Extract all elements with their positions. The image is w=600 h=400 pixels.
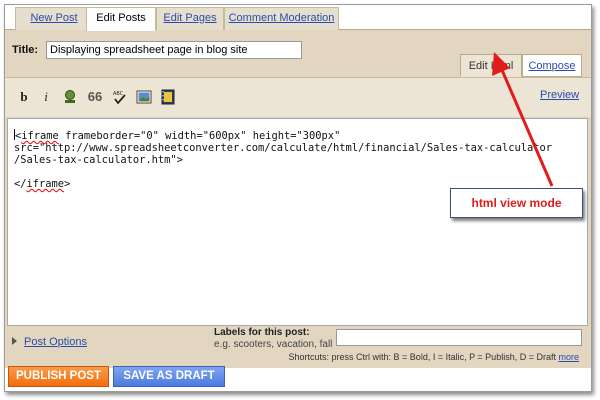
bold-icon[interactable]: b [16,89,32,105]
labels-hint: e.g. scooters, vacation, fall [214,339,333,350]
code-close-open: </ [14,178,27,190]
code-close-end: > [64,178,71,190]
tab-comment-moderation[interactable]: Comment Moderation [224,7,339,30]
text-color-icon[interactable] [62,89,78,105]
formatting-toolbar: b i 66 ABC Preview [5,77,591,117]
post-options-link[interactable]: Post Options [24,336,87,348]
html-view-mode-callout: html view mode [450,188,583,218]
blogger-post-editor: New Post Edit Posts Edit Pages Comment M… [4,4,592,392]
tab-edit-posts[interactable]: Edit Posts [86,7,156,31]
labels-title: Labels for this post: [214,327,310,338]
code-line-1: frameborder="0" width="600px" height="30… [58,130,341,142]
edit-html-tab[interactable]: Edit Html [460,54,522,77]
text-cursor [14,129,15,140]
compose-tab[interactable]: Compose [522,54,582,77]
tab-new-post[interactable]: New Post [15,7,93,30]
expand-triangle-icon [12,337,17,345]
tab-edit-pages[interactable]: Edit Pages [156,7,224,30]
spellcheck-icon[interactable]: ABC [112,89,128,105]
code-line-3: /Sales-tax-calculator.htm"> [14,154,183,166]
title-input[interactable] [46,41,302,59]
keyboard-shortcuts-hint: Shortcuts: press Ctrl with: B = Bold, I … [5,352,579,362]
title-label: Title: [12,44,39,56]
code-iframe-open-tag: iframe [21,130,59,142]
code-line-2: src="http://www.spreadsheetconverter.com… [14,142,552,154]
spellcheck-abc-label: ABC [113,91,124,97]
shortcuts-text: Shortcuts: press Ctrl with: B = Bold, I … [288,352,556,362]
post-options-toggle[interactable]: Post Options [12,336,87,348]
html-editor-textarea[interactable]: <iframe frameborder="0" width="600px" he… [7,118,588,326]
save-as-draft-button[interactable]: SAVE AS DRAFT [113,366,225,387]
preview-link[interactable]: Preview [540,89,579,101]
editor-tab-bar: New Post Edit Posts Edit Pages Comment M… [5,5,591,31]
code-iframe-close-tag: iframe [26,178,65,190]
insert-image-icon[interactable] [136,89,152,105]
shortcuts-more-link[interactable]: more [558,352,579,362]
insert-video-icon[interactable] [160,89,176,105]
italic-icon[interactable]: i [38,89,54,105]
html-source-code: <iframe frameborder="0" width="600px" he… [14,129,552,190]
labels-input[interactable] [336,329,582,346]
publish-post-button[interactable]: PUBLISH POST [8,366,109,387]
blockquote-icon[interactable]: 66 [87,89,103,105]
